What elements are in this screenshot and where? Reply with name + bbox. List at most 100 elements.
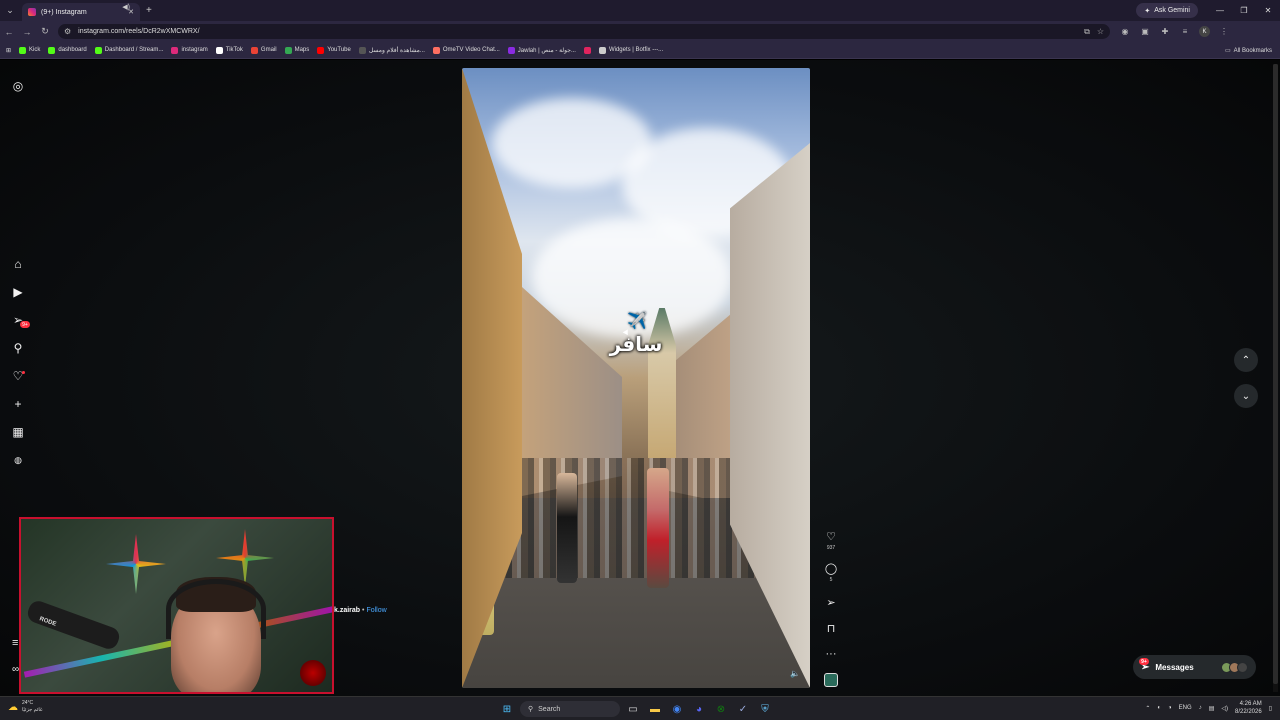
create-icon[interactable]: + bbox=[11, 397, 25, 411]
bookmark-tiktok[interactable]: TikTok bbox=[215, 46, 243, 54]
person-black-shirt bbox=[557, 473, 577, 583]
comment-icon: ◯ bbox=[824, 563, 838, 575]
system-tray: ⌃ ◐ ◑ ENG ♪ ▤ ◁) 4:26 AM 8/22/2026 ▯ bbox=[1145, 700, 1272, 716]
bookmark-dashboard-stream[interactable]: Dashboard / Stream... bbox=[94, 46, 163, 54]
like-count: 937 bbox=[826, 545, 836, 551]
gmail-icon bbox=[250, 46, 258, 54]
app-icon[interactable]: ✓ bbox=[734, 700, 752, 718]
bookmark-dashboard[interactable]: dashboard bbox=[48, 46, 87, 54]
ask-gemini-button[interactable]: ✦ Ask Gemini bbox=[1136, 3, 1198, 18]
bookmark-gmail[interactable]: Gmail bbox=[250, 46, 277, 54]
close-window-icon[interactable]: ✕ bbox=[1256, 0, 1280, 21]
all-bookmarks-button[interactable]: ▭ All Bookmarks bbox=[1225, 42, 1272, 59]
tab-instagram[interactable]: (9+) Instagram ◀) ✕ bbox=[22, 3, 140, 21]
file-explorer-icon[interactable]: ▬ bbox=[646, 700, 664, 718]
tray-chevron-icon[interactable]: ⌃ bbox=[1145, 705, 1150, 712]
reels-icon[interactable]: ▶ bbox=[11, 285, 25, 299]
next-reel-button[interactable]: ⌄ bbox=[1234, 384, 1258, 408]
microphone-icon[interactable]: ♪ bbox=[1199, 705, 1202, 711]
previous-reel-button[interactable]: ⌃ bbox=[1234, 348, 1258, 372]
youtube-icon bbox=[317, 46, 325, 54]
back-icon[interactable]: ← bbox=[0, 21, 18, 42]
tab-audio-icon[interactable]: ◀) bbox=[122, 3, 130, 11]
more-options-button[interactable]: ··· bbox=[822, 648, 840, 660]
taskbar-search[interactable]: ⚲ Search bbox=[520, 701, 620, 717]
xbox-icon[interactable]: ⊗ bbox=[712, 700, 730, 718]
browser-menu-icon[interactable]: ⋮ bbox=[1215, 21, 1233, 42]
bookmark-maps[interactable]: Maps bbox=[284, 46, 309, 54]
home-icon[interactable]: ⌂ bbox=[11, 257, 25, 271]
scrollbar-thumb[interactable] bbox=[1273, 64, 1278, 684]
tiktok-icon bbox=[215, 46, 223, 54]
site-icon bbox=[583, 46, 591, 54]
reel-author: k.zairab • Follow bbox=[334, 607, 387, 614]
instagram-logo-icon[interactable]: ◎ bbox=[11, 79, 25, 93]
address-bar[interactable]: ⚙ instagram.com/reels/DcR2wXMCWRX/ ⧉ ☆ bbox=[58, 24, 1110, 39]
apps-grid-icon[interactable]: ⊞ bbox=[6, 47, 11, 54]
ometv-icon bbox=[432, 46, 440, 54]
bookmark-star-icon[interactable]: ☆ bbox=[1097, 27, 1104, 36]
more-menu-icon[interactable]: ≡ bbox=[12, 637, 18, 649]
install-app-icon[interactable]: ⧉ bbox=[1084, 27, 1090, 37]
site-info-icon[interactable]: ⚙ bbox=[64, 27, 71, 36]
windows-start-icon[interactable]: ⊞ bbox=[498, 700, 516, 718]
tray-app-icon[interactable]: ◐ bbox=[1157, 705, 1161, 711]
profile-avatar[interactable]: K bbox=[1199, 26, 1210, 37]
network-icon[interactable]: ▤ bbox=[1209, 705, 1215, 712]
save-button[interactable]: ⊓ bbox=[822, 622, 840, 635]
chrome-icon[interactable]: ◉ bbox=[668, 700, 686, 718]
messages-button[interactable]: ➢ 9+ Messages bbox=[1133, 655, 1256, 679]
clock-date: 8/22/2026 bbox=[1234, 709, 1262, 715]
new-tab-icon[interactable]: + bbox=[146, 5, 152, 16]
extension-icon[interactable]: ◉ bbox=[1116, 21, 1134, 42]
stream-emblem bbox=[300, 660, 326, 686]
restore-icon[interactable]: ❐ bbox=[1232, 0, 1256, 21]
media-control-icon[interactable]: ≡ bbox=[1176, 21, 1194, 42]
extensions-puzzle-icon[interactable]: ✚ bbox=[1156, 21, 1174, 42]
comment-button[interactable]: ◯ 5 bbox=[822, 562, 840, 583]
taskbar-apps: ⊞ ⚲ Search ▭ ▬ ◉ ◕ ⊗ ✓ ⛨ bbox=[498, 700, 774, 718]
author-username[interactable]: k.zairab bbox=[334, 607, 360, 614]
search-icon[interactable]: ⚲ bbox=[11, 341, 25, 355]
task-view-icon[interactable]: ▭ bbox=[624, 700, 642, 718]
windows-taskbar: ☁ 24°C غائم جزئيًا ⊞ ⚲ Search ▭ ▬ ◉ ◕ ⊗ … bbox=[0, 696, 1280, 720]
share-button[interactable]: ➢ bbox=[822, 596, 840, 609]
forward-icon[interactable]: → bbox=[18, 21, 36, 42]
mute-icon[interactable]: 🔈 bbox=[790, 669, 800, 678]
notification-bell-icon[interactable]: ▯ bbox=[1269, 705, 1272, 712]
language-indicator[interactable]: ENG bbox=[1179, 705, 1192, 711]
tab-search-icon[interactable]: ⌄ bbox=[0, 0, 20, 21]
reload-icon[interactable]: ↻ bbox=[36, 21, 54, 42]
comment-count: 5 bbox=[829, 577, 833, 583]
chevron-up-icon: ⌃ bbox=[1241, 354, 1251, 366]
minimize-icon[interactable]: — bbox=[1208, 0, 1232, 21]
bookmark-jawlah[interactable]: Jawlah | جولة - منص... bbox=[507, 46, 576, 54]
bookmark-kick[interactable]: Kick bbox=[19, 46, 40, 54]
discord-icon[interactable]: ◕ bbox=[690, 700, 708, 718]
clock[interactable]: 4:26 AM 8/22/2026 bbox=[1235, 700, 1262, 716]
bookmark-movies[interactable]: مشاهدة أفلام ومسل... bbox=[358, 46, 425, 54]
instagram-icon bbox=[171, 46, 179, 54]
notification-dot bbox=[22, 371, 25, 374]
follow-button[interactable]: Follow bbox=[366, 607, 386, 614]
profile-icon[interactable]: ◍ bbox=[11, 453, 25, 467]
bookmark-unnamed[interactable] bbox=[583, 46, 591, 54]
bookmark-instagram[interactable]: instagram bbox=[171, 46, 208, 54]
steam-icon[interactable]: ⛨ bbox=[756, 700, 774, 718]
weather-widget[interactable]: ☁ 24°C غائم جزئيًا bbox=[8, 700, 43, 714]
original-audio-thumbnail[interactable] bbox=[824, 673, 838, 687]
send-icon: ➢ bbox=[826, 597, 836, 609]
bookmark-widgets-botfix[interactable]: Widgets | Botfix ---... bbox=[598, 46, 663, 54]
bookmark-ometv[interactable]: OmeTV Video Chat... bbox=[432, 46, 500, 54]
extension-2-icon[interactable]: ▣ bbox=[1136, 21, 1154, 42]
reel-video[interactable]: ✈️ سافر 🔈 bbox=[462, 68, 810, 688]
heart-icon: ♡ bbox=[826, 531, 836, 543]
bookmark-youtube[interactable]: YouTube bbox=[317, 46, 351, 54]
page-scrollbar[interactable] bbox=[1273, 64, 1278, 692]
search-label: Search bbox=[538, 705, 561, 713]
like-button[interactable]: ♡ 937 bbox=[822, 530, 840, 551]
dashboard-icon[interactable]: ▦ bbox=[11, 425, 25, 439]
folder-icon: ▭ bbox=[1224, 48, 1231, 54]
volume-icon[interactable]: ◁) bbox=[1221, 705, 1228, 712]
tray-app-2-icon[interactable]: ◑ bbox=[1168, 705, 1172, 711]
